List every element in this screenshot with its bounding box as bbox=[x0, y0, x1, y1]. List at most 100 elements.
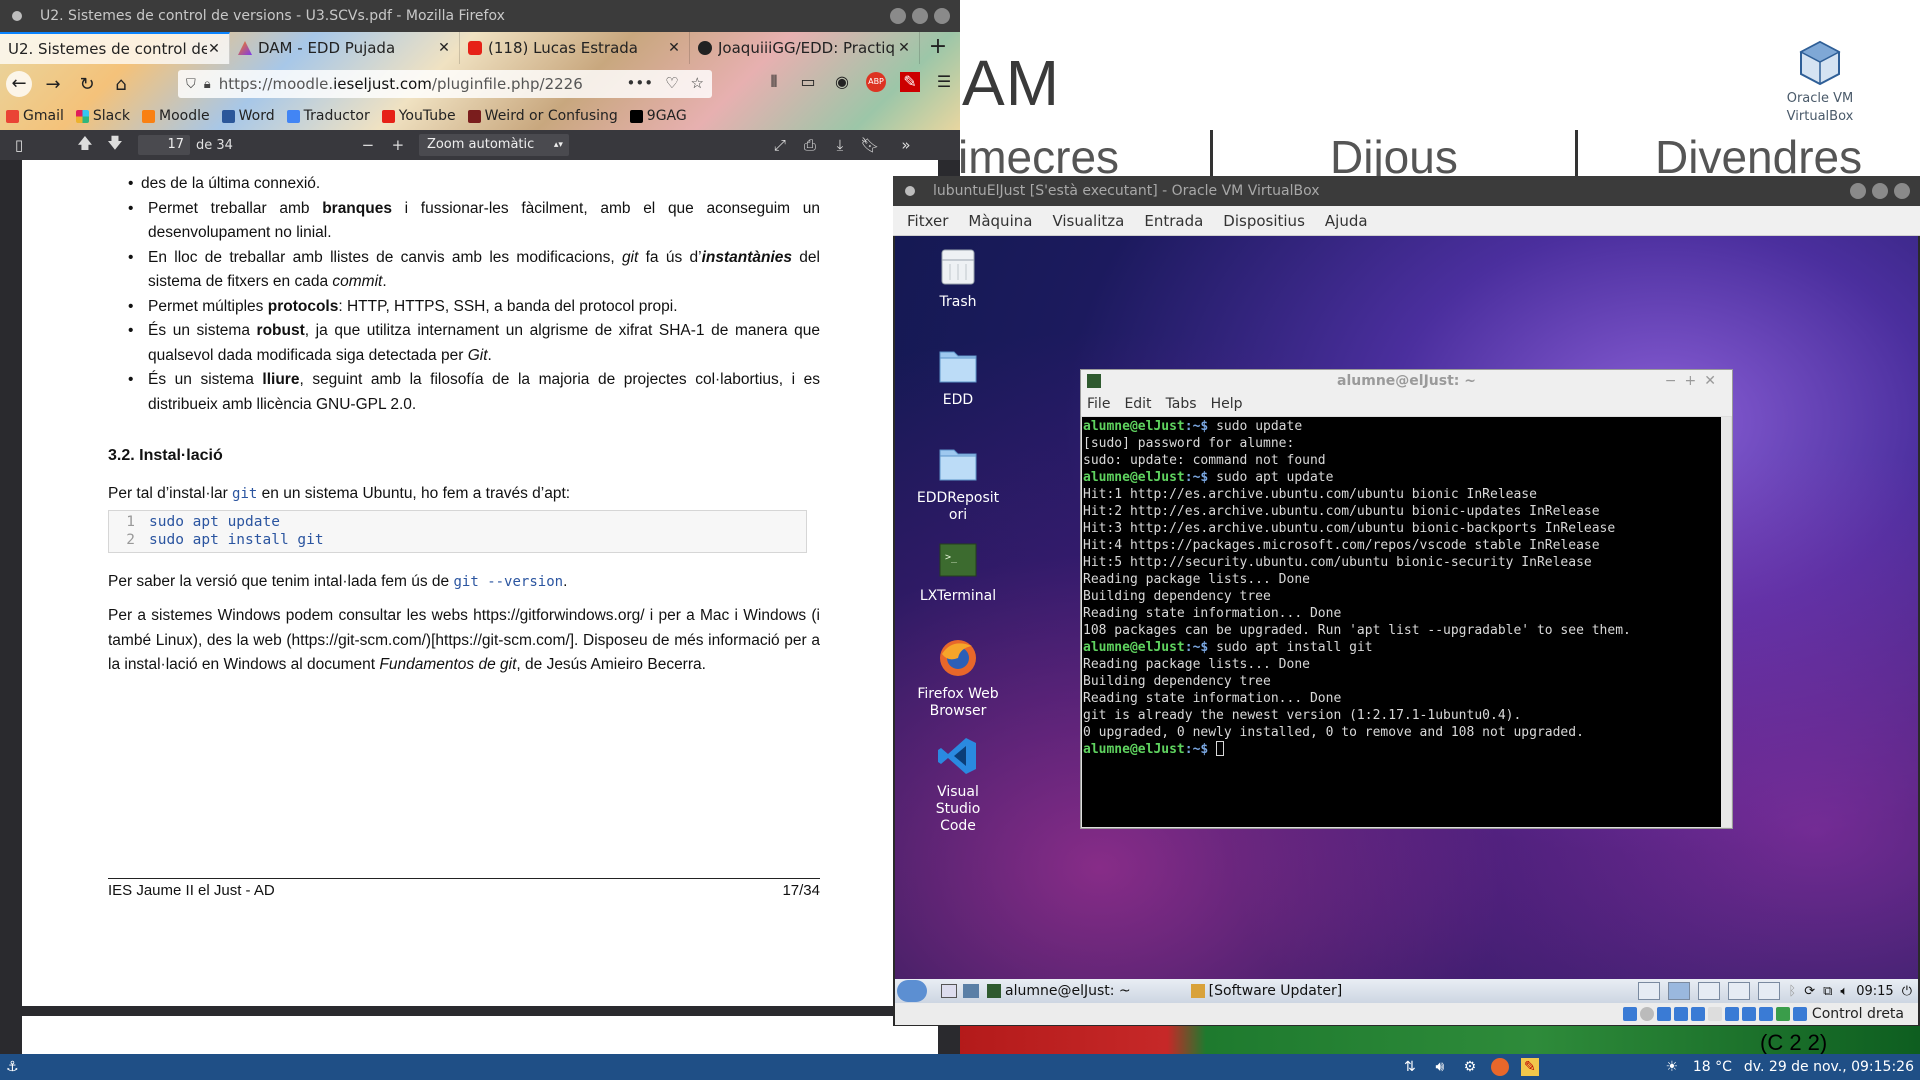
menu-maquina[interactable]: Màquina bbox=[968, 212, 1032, 230]
tab-youtube[interactable]: (118) Lucas Estrada ✕ bbox=[460, 32, 690, 64]
usb-status-icon[interactable] bbox=[1690, 1007, 1705, 1021]
extension-icon[interactable]: ✎ bbox=[900, 72, 920, 92]
terminal-menu-help[interactable]: Help bbox=[1211, 396, 1243, 412]
bookmark-word[interactable]: Word bbox=[221, 108, 275, 124]
tools-menu-icon[interactable]: » bbox=[891, 136, 921, 154]
shield-icon[interactable]: ⛉ bbox=[186, 77, 196, 92]
pdf-viewer[interactable]: des de la última connexió.Permet treball… bbox=[0, 160, 960, 1054]
toggle-sidebar-icon[interactable]: ▯ bbox=[4, 136, 34, 154]
bookmark-gmail[interactable]: Gmail bbox=[6, 108, 64, 124]
url-bar[interactable]: ⛉ 🔒︎ https://moodle. ieseljust.com/plugin… bbox=[178, 70, 712, 98]
back-button[interactable]: ← bbox=[4, 69, 34, 99]
menu-fitxer[interactable]: Fitxer bbox=[907, 212, 948, 230]
adblock-icon[interactable]: ABP bbox=[866, 72, 886, 92]
previous-page-icon[interactable]: 🡅 bbox=[70, 133, 100, 158]
download-icon[interactable]: ⤓ bbox=[825, 136, 855, 154]
next-page-icon[interactable]: 🡇 bbox=[100, 133, 130, 158]
zoom-out-icon[interactable]: − bbox=[353, 136, 383, 154]
menu-visualitza[interactable]: Visualitza bbox=[1052, 212, 1124, 230]
window-menu-icon[interactable] bbox=[12, 11, 22, 21]
terminal-window-controls[interactable]: −+✕ bbox=[1665, 370, 1724, 392]
page-actions-icon[interactable]: ••• bbox=[627, 74, 654, 92]
taskbar-software-updater[interactable]: [Software Updater] bbox=[1190, 983, 1342, 999]
bookmark-9gag[interactable]: 9GAG bbox=[629, 108, 687, 124]
lubuntu-menu-button[interactable] bbox=[897, 980, 927, 1002]
guest-desktop[interactable]: Trash EDD EDDRepositori >_ LXTerminal Fi… bbox=[895, 236, 1918, 979]
bookmark-moodle[interactable]: Moodle bbox=[142, 108, 210, 124]
workspace-3[interactable] bbox=[1698, 982, 1721, 1000]
mouse-integration-icon[interactable] bbox=[1775, 1007, 1790, 1021]
terminal-scrollbar[interactable] bbox=[1721, 417, 1731, 827]
terminal-menu-file[interactable]: File bbox=[1087, 396, 1110, 412]
guest-icon-edd[interactable]: EDD bbox=[903, 342, 1013, 409]
desktop-icon-virtualbox[interactable]: Oracle VM VirtualBox bbox=[1760, 40, 1880, 126]
app-taskbar-icon[interactable]: ✎ bbox=[1520, 1058, 1539, 1076]
guest-icon-eddrepositori[interactable]: EDDRepositori bbox=[903, 440, 1013, 524]
volume-icon[interactable]: 🔊︎ bbox=[1431, 1058, 1449, 1076]
workspace-1[interactable] bbox=[1638, 982, 1661, 1000]
bluetooth-icon[interactable]: ᛒ bbox=[1788, 984, 1796, 999]
home-button[interactable]: ⌂ bbox=[106, 69, 136, 99]
workspace-5[interactable] bbox=[1758, 982, 1781, 1000]
vt-status-icon[interactable] bbox=[1758, 1007, 1773, 1021]
shared-folders-status-icon[interactable] bbox=[1707, 1007, 1722, 1021]
guest-icon-firefox[interactable]: Firefox Web Browser bbox=[903, 636, 1013, 720]
zoom-in-icon[interactable]: + bbox=[383, 136, 413, 154]
file-manager-icon[interactable] bbox=[963, 984, 979, 998]
network-icon[interactable]: ⇅ bbox=[1401, 1058, 1419, 1076]
close-button[interactable] bbox=[1894, 183, 1910, 199]
minimize-button[interactable] bbox=[890, 8, 906, 24]
terminal-menu-tabs[interactable]: Tabs bbox=[1166, 396, 1197, 412]
close-tab-icon[interactable]: ✕ bbox=[207, 41, 221, 57]
library-icon[interactable]: ⫴ bbox=[764, 72, 784, 92]
keyboard-status-icon[interactable] bbox=[1792, 1007, 1807, 1021]
guest-icon-trash[interactable]: Trash bbox=[903, 244, 1013, 311]
sidebar-icon[interactable]: ▭ bbox=[798, 72, 818, 92]
start-menu-icon[interactable]: ⚓︎ bbox=[6, 1059, 26, 1075]
page-number-input[interactable]: 17 bbox=[138, 135, 190, 155]
bookmark-traductor[interactable]: Traductor bbox=[286, 108, 370, 124]
print-icon[interactable]: ⎙ bbox=[795, 136, 825, 154]
updates-icon[interactable]: ⟳ bbox=[1804, 984, 1815, 999]
power-icon[interactable]: ⏻ bbox=[1902, 984, 1912, 999]
guest-icon-vscode[interactable]: Visual Studio Code bbox=[903, 734, 1013, 835]
bookmark-star-icon[interactable]: ☆ bbox=[691, 74, 704, 92]
bookmark-weird[interactable]: Weird or Confusing bbox=[467, 108, 618, 124]
taskbar-terminal[interactable]: alumne@elJust: ~ bbox=[987, 983, 1131, 999]
fullscreen-icon[interactable]: ⤢ bbox=[765, 136, 795, 154]
menu-ajuda[interactable]: Ajuda bbox=[1325, 212, 1368, 230]
close-tab-icon[interactable]: ✕ bbox=[437, 40, 451, 56]
pocket-icon[interactable]: ♡ bbox=[665, 74, 678, 92]
lock-icon[interactable]: 🔒︎ bbox=[204, 77, 211, 92]
forward-button[interactable]: → bbox=[38, 69, 68, 99]
reload-button[interactable]: ↻ bbox=[72, 69, 102, 99]
workspace-4[interactable] bbox=[1728, 982, 1751, 1000]
close-tab-icon[interactable]: ✕ bbox=[897, 40, 911, 56]
guest-clock[interactable]: 09:15 bbox=[1856, 984, 1893, 999]
settings-icon[interactable]: ⚙ bbox=[1461, 1058, 1479, 1076]
firefox-taskbar-icon[interactable] bbox=[1490, 1058, 1509, 1076]
bookmark-slack[interactable]: Slack bbox=[75, 108, 130, 124]
hdd-status-icon[interactable] bbox=[1622, 1007, 1637, 1021]
hamburger-menu-icon[interactable]: ☰ bbox=[934, 72, 954, 92]
terminal-menu-edit[interactable]: Edit bbox=[1124, 396, 1151, 412]
audio-status-icon[interactable] bbox=[1656, 1007, 1671, 1021]
volume-icon[interactable]: 🔈︎ bbox=[1840, 984, 1848, 999]
tab-moodle[interactable]: DAM - EDD Pujada ✕ bbox=[230, 32, 460, 64]
bookmark-youtube[interactable]: YouTube bbox=[381, 108, 456, 124]
show-desktop-icon[interactable] bbox=[941, 984, 957, 998]
recording-status-icon[interactable] bbox=[1741, 1007, 1756, 1021]
optical-status-icon[interactable] bbox=[1639, 1007, 1654, 1021]
menu-dispositius[interactable]: Dispositius bbox=[1223, 212, 1305, 230]
network-status-icon[interactable] bbox=[1673, 1007, 1688, 1021]
workspace-2[interactable] bbox=[1668, 982, 1691, 1000]
display-status-icon[interactable] bbox=[1724, 1007, 1739, 1021]
bookmark-icon[interactable]: 🔖︎ bbox=[855, 136, 885, 154]
maximize-button[interactable] bbox=[1872, 183, 1888, 199]
zoom-select[interactable]: Zoom automàtic bbox=[418, 134, 569, 156]
menu-entrada[interactable]: Entrada bbox=[1144, 212, 1203, 230]
account-icon[interactable]: ◉ bbox=[832, 72, 852, 92]
maximize-button[interactable] bbox=[912, 8, 928, 24]
close-button[interactable] bbox=[934, 8, 950, 24]
host-clock[interactable]: dv. 29 de nov., 09:15:26 bbox=[1744, 1059, 1914, 1075]
